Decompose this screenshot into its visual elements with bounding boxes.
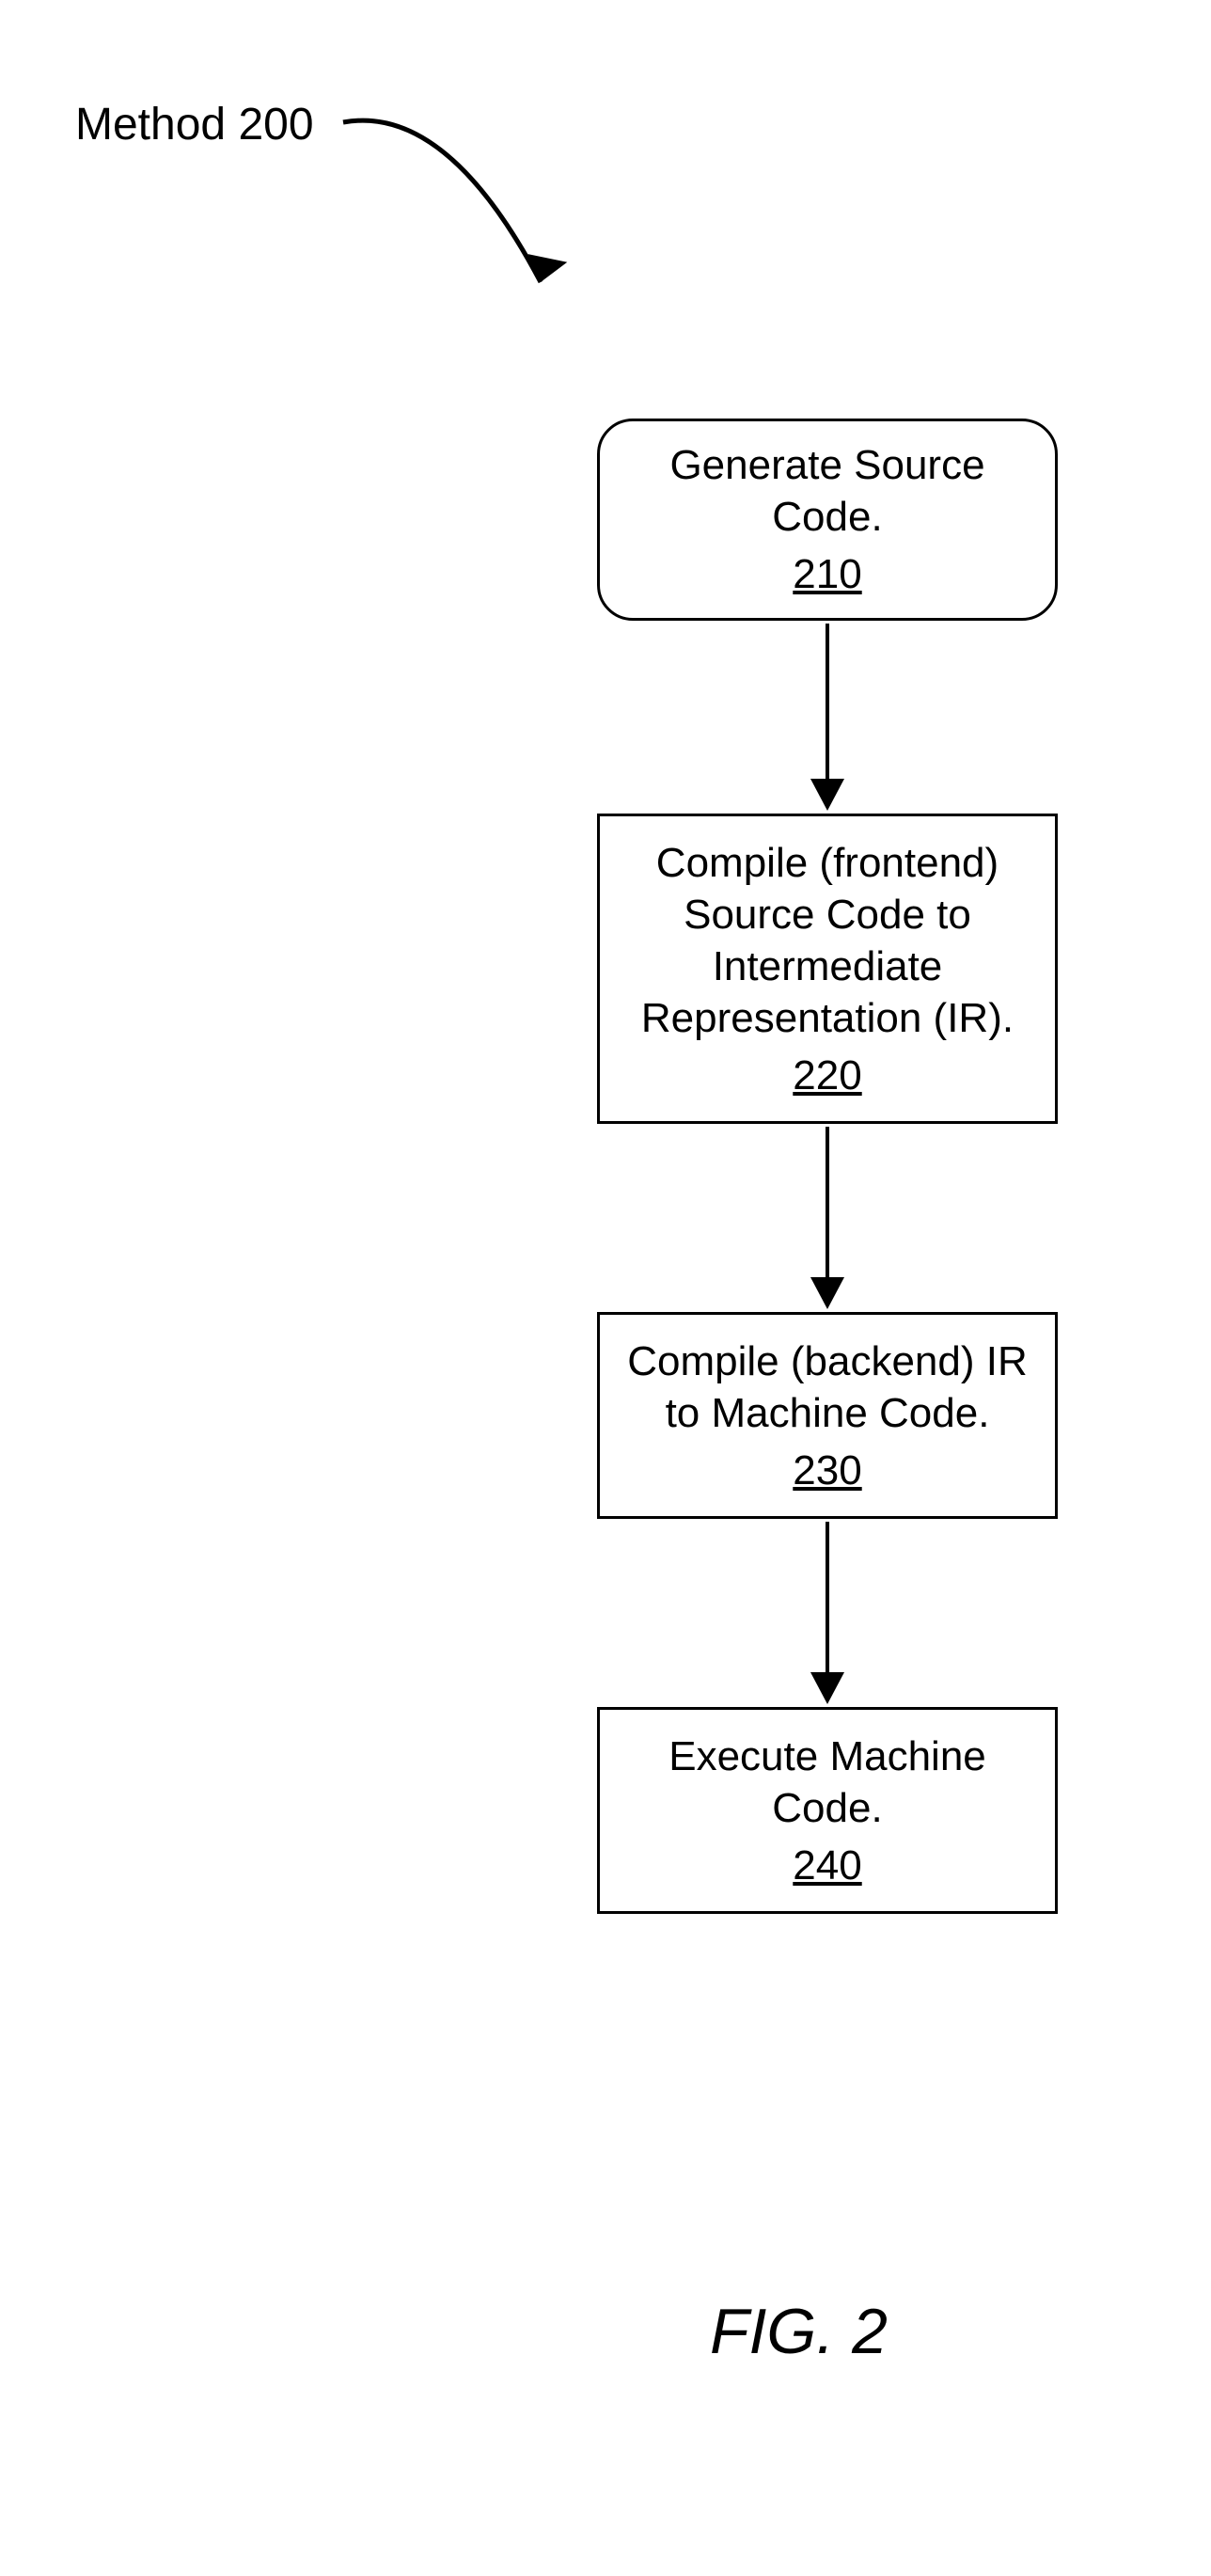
figure-caption: FIG. 2 — [710, 2295, 888, 2368]
step-text: Generate Source Code. — [669, 439, 984, 543]
method-label-text: Method 200 — [75, 100, 314, 150]
arrow-shaft — [826, 1127, 829, 1277]
step-box-compile-frontend: Compile (frontend) Source Code to Interm… — [597, 814, 1058, 1124]
step-box-execute: Execute Machine Code. 240 — [597, 1707, 1058, 1914]
diagram-page: Method 200 Generate Source Code. 210 Com… — [0, 0, 1211, 2576]
arrow-1-2 — [810, 624, 844, 811]
step-text: Execute Machine Code. — [668, 1731, 986, 1834]
arrow-2-3 — [810, 1127, 844, 1309]
arrow-head-icon — [810, 779, 844, 811]
step-number: 210 — [793, 548, 861, 600]
arrow-head-icon — [810, 1672, 844, 1704]
method-label-arrow — [334, 94, 578, 339]
step-number: 240 — [793, 1840, 861, 1891]
figure-caption-text: FIG. 2 — [710, 2296, 888, 2367]
step-number: 230 — [793, 1445, 861, 1496]
step-number: 220 — [793, 1050, 861, 1101]
method-label: Method 200 — [75, 99, 314, 150]
step-box-compile-backend: Compile (backend) IR to Machine Code. 23… — [597, 1312, 1058, 1519]
step-box-generate-source: Generate Source Code. 210 — [597, 419, 1058, 621]
arrow-head-icon — [810, 1277, 844, 1309]
arrow-shaft — [826, 624, 829, 779]
arrow-shaft — [826, 1522, 829, 1672]
step-text: Compile (backend) IR to Machine Code. — [627, 1335, 1028, 1439]
step-text: Compile (frontend) Source Code to Interm… — [641, 837, 1014, 1044]
arrow-3-4 — [810, 1522, 844, 1704]
